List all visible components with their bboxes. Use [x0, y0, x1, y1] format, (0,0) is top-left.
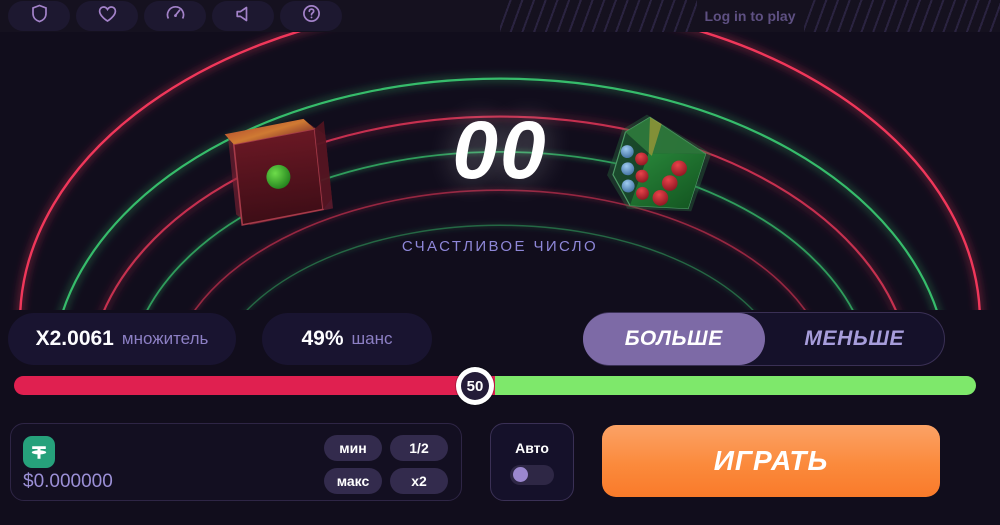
shield-icon-button[interactable]	[8, 1, 70, 31]
help-icon-button[interactable]	[280, 1, 342, 31]
stripe-decoration-left	[500, 0, 697, 32]
multiplier-pill[interactable]: X2.0061 множитель	[8, 313, 236, 365]
bet-min-button[interactable]: мин	[324, 435, 382, 461]
lucky-number-label: СЧАСТЛИВОЕ ЧИСЛО	[401, 238, 599, 255]
login-link[interactable]: Log in to play	[697, 8, 804, 24]
slider-thumb[interactable]: 50	[456, 367, 494, 405]
dice-game-app: Log in to play 00 СЧАСТЛИВОЕ ЧИСЛО X2.00…	[0, 0, 1000, 525]
speaker-icon	[234, 5, 252, 28]
shield-icon	[31, 4, 48, 28]
chance-label: шанс	[351, 329, 393, 348]
auto-play-panel[interactable]: Авто	[490, 423, 574, 501]
multiplier-label: множитель	[121, 329, 209, 348]
direction-lower-button[interactable]: МЕНЬШЕ	[765, 313, 945, 365]
direction-higher-button[interactable]: БОЛЬШЕ	[583, 313, 765, 365]
slider-track-right	[495, 376, 976, 395]
stats-and-direction-row: X2.0061 множитель 49% шанс БОЛЬШЕ МЕНЬШЕ	[0, 312, 1000, 368]
slider-value: 50	[461, 372, 489, 400]
direction-toggle-group: БОЛЬШЕ МЕНЬШЕ	[583, 312, 945, 366]
gauge-icon-button[interactable]	[144, 1, 206, 31]
chance-pill[interactable]: 49% шанс	[262, 313, 432, 365]
auto-play-toggle-knob	[513, 467, 528, 482]
bet-max-button[interactable]: макс	[324, 468, 382, 494]
heart-icon-button[interactable]	[76, 1, 138, 31]
auto-play-label: Авто	[515, 439, 549, 456]
roll-slider[interactable]: 50	[0, 367, 1000, 405]
multiplier-value: X2.0061	[35, 327, 114, 350]
chance-value: 49%	[301, 327, 344, 350]
speaker-icon-button[interactable]	[212, 1, 274, 31]
login-banner: Log in to play	[500, 0, 1000, 32]
play-button[interactable]: ИГРАТЬ	[602, 425, 940, 497]
lucky-number-value: 00	[452, 105, 548, 196]
heart-icon	[98, 5, 117, 28]
help-icon	[302, 4, 321, 28]
bet-panel[interactable]: $0.000000 мин 1/2 макс x2	[10, 423, 462, 501]
tether-icon	[23, 436, 55, 468]
game-stage: 00 СЧАСТЛИВОЕ ЧИСЛО	[0, 32, 1000, 310]
slider-track-left	[14, 376, 495, 395]
bet-amount-value[interactable]: $0.000000	[23, 471, 113, 493]
top-toolbar: Log in to play	[0, 0, 1000, 32]
slider-track[interactable]	[14, 376, 976, 395]
gauge-icon	[166, 4, 185, 28]
stripe-decoration-right	[803, 0, 1000, 32]
bet-x2-button[interactable]: x2	[390, 468, 448, 494]
bet-half-button[interactable]: 1/2	[390, 435, 448, 461]
auto-play-toggle[interactable]	[510, 464, 554, 485]
